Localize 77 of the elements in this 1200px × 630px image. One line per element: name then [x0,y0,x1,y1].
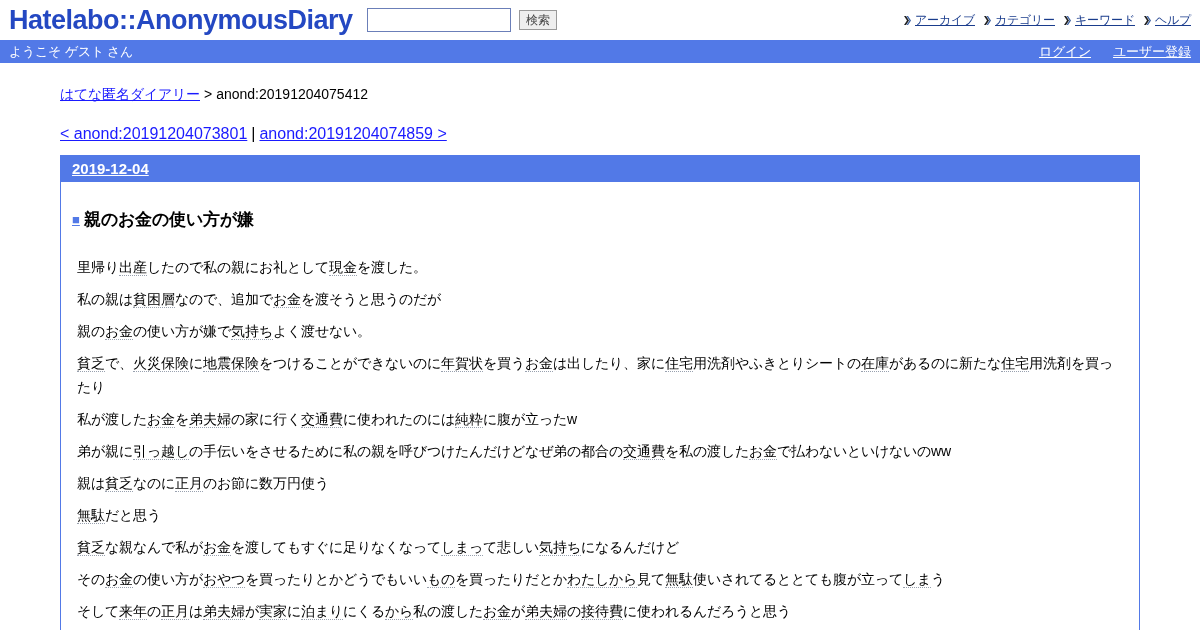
welcome-text: ようこそ ゲスト さん [9,42,134,61]
pager-separator: | [251,124,256,144]
keyword-link[interactable]: 現金 [329,258,357,276]
keyword-link[interactable]: 交通費 [301,410,343,428]
keyword-link[interactable]: お金 [483,602,511,620]
search-field[interactable] [366,8,511,32]
keyword-link[interactable]: 弟夫婦 [189,410,231,428]
keyword-link[interactable]: 接待費 [581,602,623,620]
keyword-link[interactable]: 引っ越し [133,442,189,460]
keyword-link[interactable]: 純粋 [455,410,483,428]
paragraph: 私の親は貧困層なので、追加でお金を渡そうと思うのだが [77,289,442,310]
keyword-link[interactable]: お金 [273,290,301,308]
account-link[interactable]: ユーザー登録 [1113,41,1191,62]
keyword-link[interactable]: お金 [147,410,175,428]
site-logo[interactable]: Hatelabo::AnonymousDiary [9,6,353,34]
next-entry-link[interactable]: anond:20191204074859 > [259,122,447,146]
keyword-link[interactable]: もの [427,570,455,588]
account-link[interactable]: ログイン [1039,41,1091,62]
keyword-link[interactable]: わたしから [567,570,637,588]
nav-link[interactable]: キーワード [1075,11,1135,29]
nav-link[interactable]: アーカイブ [915,11,975,29]
keyword-link[interactable]: 地震保険 [203,354,259,372]
paragraph: そのお金の使い方がおやつを買ったりとかどうでもいい ものを買ったりだとかわたしから 見て無駄使いされてるととても腹が立って しま う [77,569,946,590]
keyword-link[interactable]: 正月 [175,474,203,492]
keyword-link[interactable]: 貧乏 [77,538,105,556]
keyword-link[interactable]: 在庫 [861,354,889,372]
keyword-link[interactable]: 弟夫婦 [203,602,245,620]
paragraph: 無駄だと思う [77,505,162,526]
keyword-link[interactable]: しまっ [441,538,483,556]
keyword-link[interactable]: 住宅 [1001,354,1029,372]
nav-link[interactable]: カテゴリー [995,11,1055,29]
chevron-icon [1064,15,1071,25]
nav-link[interactable]: ヘルプ [1155,11,1191,29]
paragraph: 里帰り 出産したので私の親にお礼として現金を渡した。 [77,257,428,278]
keyword-link[interactable]: 弟夫婦 [525,602,567,620]
keyword-link[interactable]: お金 [525,354,553,372]
date-link[interactable]: 2019-12-04 [72,157,149,181]
keyword-link[interactable]: お金 [105,322,133,340]
paragraph: そして来年の正月 は弟夫婦が実家に泊まり にくるから私の渡したお金が弟夫婦の接待費に使われるんだろうと思う [77,601,792,622]
title-mark[interactable]: ■ [72,210,80,230]
keyword-link[interactable]: しま [903,570,931,588]
paragraph: 親のお金の使い方が嫌で気持ち よく渡せない。 [77,321,372,342]
entry-id: anond:20191204075412 [216,85,368,104]
keyword-link[interactable]: 泊まり [301,602,343,620]
keyword-link[interactable]: お金 [105,570,133,588]
search-button[interactable]: 検索 [518,10,557,30]
chevron-icon [904,15,911,25]
previous-entry-link[interactable]: < anond:20191204073801 [60,122,248,146]
keyword-link[interactable]: お金 [203,538,231,556]
chevron-icon [984,15,991,25]
home-link[interactable]: はてな匿名ダイアリー [60,84,200,105]
keyword-link[interactable]: 正月 [161,602,189,620]
keyword-link[interactable]: 出産 [119,258,147,276]
paragraph: 親は貧乏なのに正月のお節に数万円使う [77,473,330,494]
keyword-link[interactable]: 無駄 [665,570,693,588]
keyword-link[interactable]: 気持ち [539,538,581,556]
keyword-link[interactable]: 実家 [259,602,287,620]
keyword-link[interactable]: 貧乏 [77,354,105,372]
keyword-link[interactable]: 貧困層 [133,290,175,308]
keyword-link[interactable]: 住宅 [665,354,693,372]
keyword-link[interactable]: から [385,602,413,620]
keyword-link[interactable]: 来年 [119,602,147,620]
keyword-link[interactable]: 無駄 [77,506,105,524]
keyword-link[interactable]: 交通費 [623,442,665,460]
keyword-link[interactable]: おやつ [203,570,245,588]
breadcrumb-separator: > [204,85,213,104]
paragraph: 私が渡したお金を弟夫婦の家に行く交通費に使われたのには純粋に腹が立ったw [77,409,579,430]
entry-title: 親のお金の使い方が嫌 [83,209,254,231]
paragraph: 貧乏で、火災保険に地震保険をつけることができないのに年賀状を買う お金は出したり、家に住宅用洗剤やふきとりシートの在庫があるのに新たな住宅用洗剤を買ったり [77,353,1114,397]
keyword-link[interactable]: 年賀状 [441,354,483,372]
keyword-link[interactable]: 貧乏 [105,474,133,492]
paragraph: 弟が親に引っ越しの手伝いをさせるために私の親を呼びつけたんだけどなぜ弟の都合の交通費を私の渡したお金で払わないといけないのww [77,441,953,462]
keyword-link[interactable]: 火災保険 [133,354,189,372]
paragraph: 貧乏な親なんで私がお金を渡してもすぐに足りなくなって しまっ て悲しい気持ち になるんだけど [77,537,680,558]
chevron-icon [1144,15,1151,25]
keyword-link[interactable]: お金 [749,442,777,460]
keyword-link[interactable]: 気持ち [231,322,273,340]
